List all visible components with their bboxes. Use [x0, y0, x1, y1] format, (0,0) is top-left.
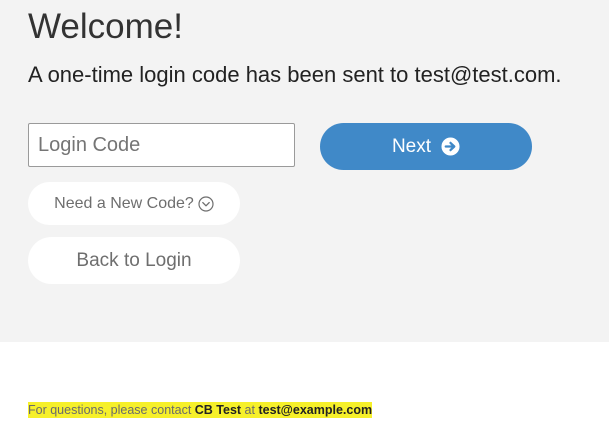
back-to-login-button[interactable]: Back to Login — [28, 237, 240, 284]
login-code-input[interactable] — [28, 123, 295, 167]
arrow-right-circle-icon — [441, 137, 460, 156]
footer-prefix: For questions, please contact — [28, 403, 195, 417]
next-button[interactable]: Next — [320, 123, 532, 170]
contact-footer: For questions, please contact CB Test at… — [28, 402, 373, 418]
need-new-code-button[interactable]: Need a New Code? — [28, 182, 240, 225]
footer-highlight: For questions, please contact CB Test at… — [28, 402, 373, 418]
contact-name: CB Test — [194, 403, 242, 417]
login-panel: Welcome! A one-time login code has been … — [0, 0, 609, 342]
code-sent-message: A one-time login code has been sent to t… — [28, 62, 562, 87]
footer-middle: at — [241, 403, 259, 417]
next-button-label: Next — [391, 135, 432, 157]
chevron-down-circle-icon — [198, 195, 214, 212]
page-title: Welcome! — [28, 7, 183, 46]
back-to-login-label: Back to Login — [76, 249, 192, 271]
contact-email-link[interactable]: test@example.com — [258, 403, 372, 417]
need-new-code-label: Need a New Code? — [54, 194, 194, 212]
